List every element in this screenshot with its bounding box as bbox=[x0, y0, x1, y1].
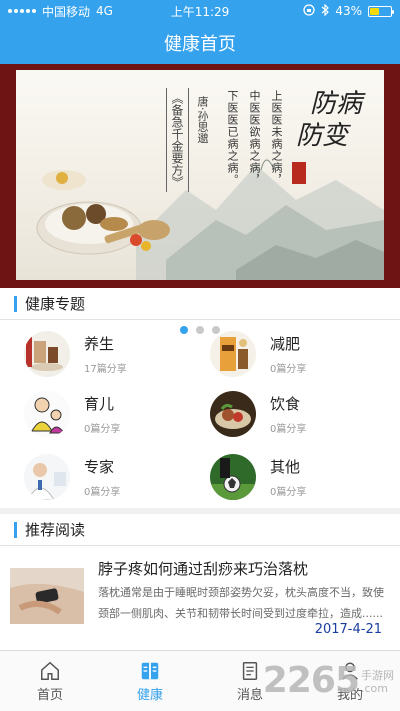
signal-icon bbox=[8, 9, 36, 13]
topic-item-other[interactable]: 其他 0篇分享 bbox=[210, 450, 400, 504]
battery-icon bbox=[368, 5, 394, 17]
topic-count: 0篇分享 bbox=[270, 364, 307, 375]
topic-count: 0篇分享 bbox=[270, 487, 307, 498]
watermark-domain: .com bbox=[361, 682, 388, 695]
banner-calligraphy: 防病 防变 bbox=[296, 88, 362, 152]
topic-count: 0篇分享 bbox=[84, 487, 121, 498]
watermark-site-name: 手游网 bbox=[361, 669, 394, 682]
article-item[interactable]: 脖子疼如何通过刮痧来巧治落枕 落枕通常是由于睡眠时颈部姿势欠妥，枕头高度不当，致… bbox=[0, 550, 400, 642]
poem-line-1: 上医医未病之病， bbox=[270, 90, 283, 186]
calligraphy-line-2: 防变 bbox=[295, 121, 348, 151]
poem-line-2: 中医医欲病之病， bbox=[248, 90, 261, 186]
topic-title: 其他 bbox=[270, 458, 301, 476]
recommended-header: 推荐阅读 bbox=[0, 514, 400, 546]
health-book-icon bbox=[141, 662, 159, 679]
topic-title: 养生 bbox=[84, 335, 115, 353]
topic-item-diet[interactable]: 饮食 0篇分享 bbox=[210, 387, 400, 441]
slimming-product-thumbnail bbox=[210, 331, 256, 377]
sports-thumbnail bbox=[210, 454, 256, 500]
topic-title: 育儿 bbox=[84, 395, 115, 413]
topic-title: 减肥 bbox=[270, 335, 301, 353]
section-title: 健康专题 bbox=[25, 295, 86, 313]
herbs-illustration bbox=[36, 170, 170, 255]
section-marker bbox=[14, 521, 17, 538]
poem-line-3: 下医医已病之病。 bbox=[226, 90, 239, 186]
section-marker bbox=[14, 295, 17, 312]
topic-item-health[interactable]: 养生 17篇分享 bbox=[24, 327, 214, 381]
nav-bar: 健康首页 bbox=[0, 22, 400, 64]
parenting-cartoon-thumbnail bbox=[24, 391, 70, 437]
banner-image: 防病 防变 上医医未病之病， 中医医欲病之病， 下医医已病之病。 唐·孙思邈 《… bbox=[16, 70, 384, 280]
battery-fill bbox=[370, 7, 379, 15]
calligraphy-line-1: 防病 bbox=[309, 89, 362, 119]
food-dish-thumbnail bbox=[210, 391, 256, 437]
tea-set-thumbnail bbox=[24, 331, 70, 377]
banner-poem: 上医医未病之病， 中医医欲病之病， 下医医已病之病。 bbox=[224, 90, 284, 186]
home-icon bbox=[41, 661, 59, 680]
article-title: 脖子疼如何通过刮痧来巧治落枕 bbox=[98, 560, 309, 578]
poem-author: 唐·孙思邈 bbox=[196, 96, 209, 144]
topic-count: 0篇分享 bbox=[84, 424, 121, 435]
tab-label: 首页 bbox=[36, 687, 63, 703]
lock-rotation-icon bbox=[303, 3, 315, 19]
watermark-number: 2265 bbox=[262, 660, 360, 701]
poem-source: 《备急千金要方》 bbox=[166, 88, 189, 192]
bluetooth-icon bbox=[321, 3, 330, 19]
article-summary: 落枕通常是由于睡眠时颈部姿势欠妥，枕头高度不当，致使颈部一侧肌肉、关节和韧带长时… bbox=[98, 586, 384, 620]
topic-item-slimming[interactable]: 减肥 0篇分享 bbox=[210, 327, 400, 381]
tab-label: 健康 bbox=[136, 687, 163, 703]
article-date: 2017-4-21 bbox=[314, 622, 382, 637]
status-bar: 中国移动 4G 上午11:29 43% bbox=[0, 0, 400, 22]
message-icon bbox=[242, 661, 258, 680]
banner-carousel[interactable]: 防病 防变 上医医未病之病， 中医医欲病之病， 下医医已病之病。 唐·孙思邈 《… bbox=[0, 64, 400, 334]
carrier-label: 中国移动 bbox=[42, 4, 91, 19]
topic-count: 0篇分享 bbox=[270, 424, 307, 435]
health-topics-header: 健康专题 bbox=[0, 288, 400, 320]
site-watermark: 2265 手游网 .com bbox=[263, 660, 394, 701]
network-label: 4G bbox=[96, 4, 113, 18]
section-title: 推荐阅读 bbox=[25, 521, 86, 539]
doctor-thumbnail bbox=[24, 454, 70, 500]
topic-item-expert[interactable]: 专家 0篇分享 bbox=[24, 450, 214, 504]
topic-count: 17篇分享 bbox=[84, 364, 127, 375]
tab-label: 消息 bbox=[236, 687, 263, 703]
battery-percent: 43% bbox=[335, 4, 362, 18]
article-thumbnail bbox=[10, 568, 84, 624]
topic-item-parenting[interactable]: 育儿 0篇分享 bbox=[24, 387, 214, 441]
red-seal bbox=[292, 162, 306, 184]
topic-title: 专家 bbox=[84, 458, 115, 476]
tab-health[interactable]: 健康 bbox=[100, 651, 200, 711]
tab-home[interactable]: 首页 bbox=[0, 651, 100, 711]
page-title: 健康首页 bbox=[164, 34, 236, 55]
topic-title: 饮食 bbox=[270, 395, 301, 413]
